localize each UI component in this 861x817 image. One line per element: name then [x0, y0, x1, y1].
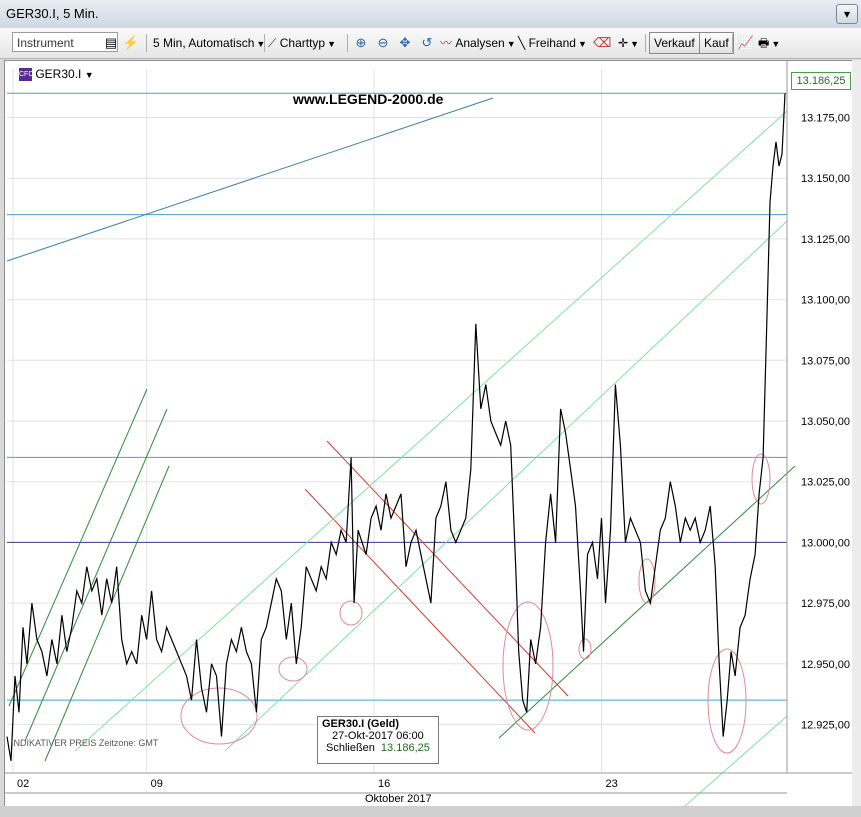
- interval-dropdown[interactable]: 5 Min, Automatisch ▼: [153, 33, 265, 53]
- y-tick-label: 13.150,00: [801, 173, 850, 185]
- reset-icon[interactable]: ↺: [418, 34, 436, 52]
- toolbar-separator: [347, 34, 348, 52]
- instrument-list-icon[interactable]: ▤: [102, 34, 120, 52]
- current-price-tag: 13.186,25: [791, 72, 851, 90]
- y-tick-label: 12.975,00: [801, 598, 850, 610]
- freihand-label: Freihand: [528, 36, 576, 50]
- trendline: [6, 97, 494, 262]
- tooltip-title: GER30.I (Geld): [322, 718, 400, 730]
- chart-settings-icon[interactable]: 📈: [737, 34, 755, 52]
- trendline: [326, 440, 569, 697]
- tooltip-close-value: 13.186,25: [380, 742, 430, 754]
- y-tick-label: 12.950,00: [801, 659, 850, 671]
- indicator-icon[interactable]: ⚡: [122, 34, 140, 52]
- highlight-ellipse: [638, 558, 656, 604]
- data-tooltip: GER30.I (Geld) 27-Okt-2017 06:00 Schließ…: [317, 716, 439, 764]
- analysen-dropdown[interactable]: 〰 Analysen ▼: [440, 33, 516, 53]
- interval-label: 5 Min, Automatisch: [153, 36, 255, 50]
- month-label: Oktober 2017: [365, 793, 432, 805]
- trendline: [74, 110, 788, 752]
- tooltip-close-label: Schließen: [326, 742, 375, 754]
- print-dropdown[interactable]: 🖶 ▼: [758, 33, 780, 53]
- toolbar-separator: [732, 34, 733, 52]
- trendline: [24, 408, 168, 742]
- chart-toolbar: Instrument ▤ ⚡ 5 Min, Automatisch ▼ ⟋ Cha…: [0, 28, 861, 59]
- x-tick-label: 16: [378, 778, 390, 790]
- symbol-selector[interactable]: CFD GER30.I ▼: [19, 67, 94, 82]
- eraser-icon[interactable]: ⌫: [593, 34, 611, 52]
- y-tick-label: 12.925,00: [801, 719, 850, 731]
- highlight-ellipse: [578, 638, 592, 660]
- verkauf-button[interactable]: Verkauf: [649, 32, 700, 54]
- x-tick-label: 02: [17, 778, 29, 790]
- window-titlebar: GER30.I, 5 Min. ▾: [0, 0, 861, 29]
- y-tick-label: 13.175,00: [801, 113, 850, 125]
- trendline: [8, 388, 148, 707]
- window-bottom-frame: [0, 806, 861, 817]
- price-chart: 12.925,00 12.950,00 12.975,00 13.000,00 13.0…: [5, 61, 852, 807]
- kauf-button[interactable]: Kauf: [699, 32, 734, 54]
- y-tick-label: 13.125,00: [801, 234, 850, 246]
- charttype-label: Charttyp: [279, 36, 326, 50]
- charttype-dropdown[interactable]: ⟋ Charttyp ▼: [268, 33, 336, 53]
- y-tick-label: 13.050,00: [801, 416, 850, 428]
- freihand-dropdown[interactable]: ╲ Freihand ▼: [518, 33, 587, 53]
- indicative-price-note: INDIKATIVER PREIS Zeitzone: GMT: [11, 738, 159, 748]
- tooltip-datetime: 27-Okt-2017 06:00: [332, 730, 424, 742]
- analysen-label: Analysen: [455, 36, 505, 50]
- toolbar-separator: [645, 34, 646, 52]
- window-title: GER30.I, 5 Min.: [6, 6, 99, 21]
- toolbar-separator: [146, 34, 147, 52]
- trendline: [498, 465, 796, 739]
- cfd-icon: CFD: [19, 68, 33, 82]
- x-tick-label: 23: [605, 778, 617, 790]
- y-tick-label: 13.100,00: [801, 295, 850, 307]
- y-tick-label: 13.000,00: [801, 537, 850, 549]
- fit-icon[interactable]: ✥: [396, 34, 414, 52]
- window-menu-button[interactable]: ▾: [836, 4, 858, 24]
- trendline: [44, 465, 170, 762]
- y-tick-label: 13.075,00: [801, 355, 850, 367]
- vertical-scrollbar[interactable]: [852, 60, 861, 806]
- tooltip-close: Schließen 13.186,25: [318, 742, 438, 754]
- y-tick-label: 13.025,00: [801, 477, 850, 489]
- toolbar-separator: [264, 34, 265, 52]
- zoom-in-icon[interactable]: ⊕: [352, 34, 370, 52]
- zoom-out-icon[interactable]: ⊖: [374, 34, 392, 52]
- print-icon: 🖶: [758, 36, 770, 50]
- trendline: [224, 220, 788, 752]
- highlight-ellipse: [278, 656, 308, 682]
- watermark: www.LEGEND-2000.de: [293, 91, 444, 107]
- chart-area[interactable]: 12.925,00 12.950,00 12.975,00 13.000,00 13.0…: [4, 60, 853, 808]
- trendline: [304, 488, 536, 734]
- crosshair-dropdown[interactable]: ✛ ▼: [618, 33, 639, 53]
- highlight-ellipse: [339, 600, 363, 626]
- symbol-label: GER30.I: [35, 67, 82, 81]
- price-series-line: [6, 93, 786, 761]
- x-tick-label: 09: [151, 778, 163, 790]
